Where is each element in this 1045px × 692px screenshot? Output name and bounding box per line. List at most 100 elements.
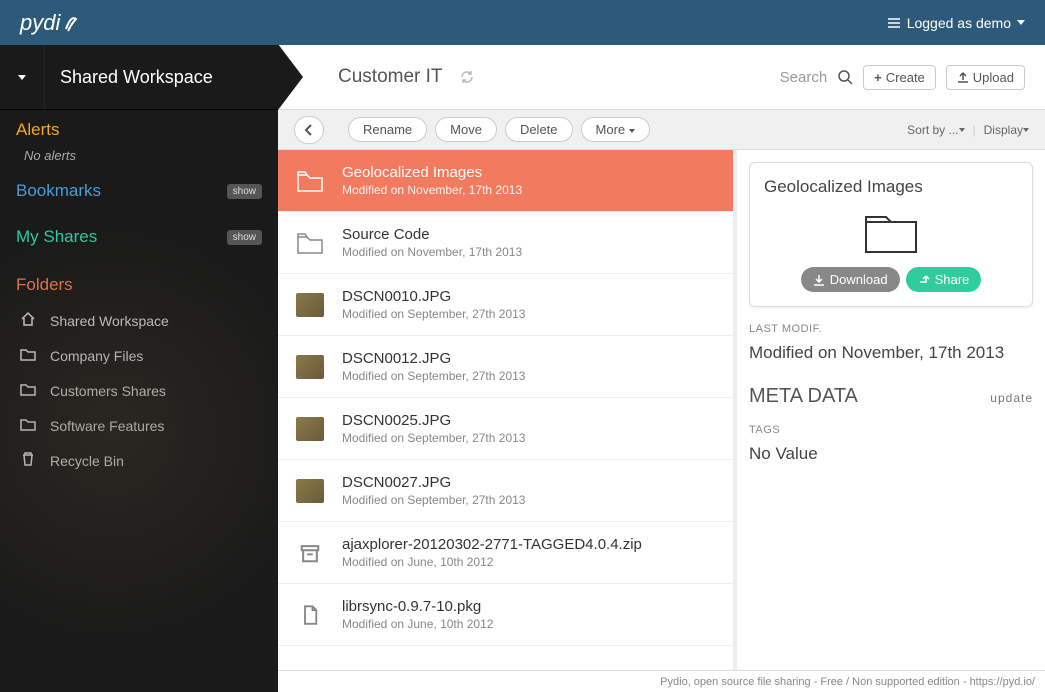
more-button[interactable]: More bbox=[581, 117, 650, 142]
file-name: DSCN0027.JPG bbox=[342, 474, 525, 491]
file-row[interactable]: > librsync-0.9.7-10.pkg Modified on June, … bbox=[278, 584, 733, 646]
file-meta: Modified on June, 10th 2012 bbox=[342, 555, 642, 569]
file-row[interactable]: > ajaxplorer-20120302-2771-TAGGED4.0.4.zi… bbox=[278, 522, 733, 584]
image-thumb bbox=[296, 417, 324, 441]
metadata-header: META DATA update bbox=[749, 385, 1033, 408]
file-name: DSCN0025.JPG bbox=[342, 412, 525, 429]
caret-down-icon bbox=[959, 128, 965, 132]
folder-icon bbox=[296, 169, 324, 193]
sidebar-folder-item[interactable]: Customers Shares bbox=[0, 373, 278, 408]
bookmarks-label: Bookmarks bbox=[16, 181, 101, 201]
search-icon[interactable] bbox=[837, 69, 853, 85]
folder-label: Recycle Bin bbox=[50, 453, 124, 469]
alerts-empty-text: No alerts bbox=[0, 144, 278, 171]
upload-button[interactable]: Upload bbox=[946, 65, 1025, 90]
back-button[interactable] bbox=[294, 116, 324, 144]
sidebar-folders-header: Folders bbox=[0, 265, 278, 299]
show-toggle[interactable]: show bbox=[227, 230, 262, 245]
sidebar: Shared Workspace Alerts No alerts Bookma… bbox=[0, 45, 278, 692]
file-meta: Modified on November, 17th 2013 bbox=[342, 183, 522, 197]
sidebar-alerts[interactable]: Alerts bbox=[0, 110, 278, 144]
sidebar-bookmarks[interactable]: Bookmarks show bbox=[0, 171, 278, 205]
logo-icon bbox=[62, 13, 80, 33]
refresh-icon[interactable] bbox=[459, 69, 475, 85]
chevron-left-icon bbox=[304, 124, 314, 136]
arrow-shape bbox=[278, 45, 303, 110]
workspace-dropdown[interactable] bbox=[0, 45, 45, 110]
move-button[interactable]: Move bbox=[435, 117, 497, 142]
file-name: Geolocalized Images bbox=[342, 164, 522, 181]
file-name: librsync-0.9.7-10.pkg bbox=[342, 598, 493, 615]
show-toggle[interactable]: show bbox=[227, 184, 262, 199]
file-icon: > bbox=[296, 603, 324, 627]
user-menu[interactable]: Logged as demo bbox=[887, 15, 1025, 31]
last-modif-label: LAST MODIF. bbox=[749, 323, 1033, 335]
file-row[interactable]: Geolocalized Images Modified on November,… bbox=[278, 150, 733, 212]
folders-label: Folders bbox=[16, 275, 73, 295]
folder-label: Shared Workspace bbox=[50, 313, 169, 329]
trash-icon bbox=[20, 451, 36, 470]
caret-down-icon bbox=[1017, 20, 1025, 25]
breadcrumb-current[interactable]: Customer IT bbox=[338, 66, 443, 88]
home-icon bbox=[20, 311, 36, 330]
caret-down-icon bbox=[18, 75, 26, 80]
file-name: ajaxplorer-20120302-2771-TAGGED4.0.4.zip bbox=[342, 536, 642, 553]
sidebar-folder-item[interactable]: Shared Workspace bbox=[0, 303, 278, 338]
download-icon bbox=[813, 274, 825, 286]
create-button[interactable]: +Create bbox=[863, 65, 936, 90]
user-label: Logged as demo bbox=[907, 15, 1011, 31]
folder-list: Shared Workspace Company Files Customers S… bbox=[0, 299, 278, 482]
file-name: Source Code bbox=[342, 226, 522, 243]
file-name: DSCN0010.JPG bbox=[342, 288, 525, 305]
sidebar-myshares[interactable]: My Shares show bbox=[0, 217, 278, 251]
toolbar: Rename Move Delete More Sort by ... | Di… bbox=[278, 110, 1045, 150]
search-label: Search bbox=[780, 69, 828, 86]
display-menu[interactable]: Display bbox=[984, 123, 1029, 137]
file-meta: Modified on September, 27th 2013 bbox=[342, 307, 525, 321]
logo[interactable]: pydi bbox=[20, 10, 80, 36]
sort-by-menu[interactable]: Sort by ... bbox=[907, 123, 964, 137]
file-row[interactable]: DSCN0025.JPGModified on September, 27th … bbox=[278, 398, 733, 460]
upload-icon bbox=[957, 71, 969, 83]
update-link[interactable]: update bbox=[990, 391, 1033, 405]
archive-icon: > bbox=[296, 541, 324, 565]
detail-title: Geolocalized Images bbox=[764, 177, 923, 197]
image-thumb bbox=[296, 293, 324, 317]
file-list: Geolocalized Images Modified on November,… bbox=[278, 150, 737, 670]
workspace-title: Shared Workspace bbox=[45, 67, 278, 88]
file-meta: Modified on June, 10th 2012 bbox=[342, 617, 493, 631]
share-button[interactable]: Share bbox=[906, 267, 982, 292]
delete-button[interactable]: Delete bbox=[505, 117, 573, 142]
image-thumb bbox=[296, 479, 324, 503]
file-row[interactable]: DSCN0012.JPGModified on September, 27th … bbox=[278, 336, 733, 398]
file-row[interactable]: DSCN0010.JPG Modified on September, 27th … bbox=[278, 274, 733, 336]
topbar: pydi Logged as demo bbox=[0, 0, 1045, 45]
file-meta: Modified on September, 27th 2013 bbox=[342, 493, 525, 507]
file-row[interactable]: DSCN0027.JPG Modified on September, 27th … bbox=[278, 460, 733, 522]
file-row[interactable]: Source CodeModified on November, 17th 20… bbox=[278, 212, 733, 274]
sidebar-folder-item[interactable]: Company Files bbox=[0, 338, 278, 373]
footer: Pydio, open source file sharing - Free /… bbox=[278, 670, 1045, 692]
folder-label: Customers Shares bbox=[50, 383, 166, 399]
folder-icon bbox=[20, 381, 36, 400]
main-panel: Customer IT Search +Create Upload Rename bbox=[278, 45, 1045, 692]
last-modif-value: Modified on November, 17th 2013 bbox=[749, 343, 1033, 363]
detail-panel: Geolocalized Images Download Share LAST bbox=[737, 150, 1045, 670]
file-meta: Modified on September, 27th 2013 bbox=[342, 369, 525, 383]
breadcrumb-bar: Customer IT Search +Create Upload bbox=[278, 45, 1045, 110]
caret-down-icon bbox=[1023, 128, 1029, 132]
menu-icon bbox=[887, 17, 901, 29]
tags-value: No Value bbox=[749, 444, 1033, 464]
rename-button[interactable]: Rename bbox=[348, 117, 427, 142]
download-button[interactable]: Download bbox=[801, 267, 900, 292]
image-thumb bbox=[296, 355, 324, 379]
detail-card: Geolocalized Images Download Share bbox=[749, 162, 1033, 307]
sidebar-folder-item[interactable]: Recycle Bin bbox=[0, 443, 278, 478]
tags-label: TAGS bbox=[749, 424, 1033, 436]
sidebar-folder-item[interactable]: Software Features bbox=[0, 408, 278, 443]
shares-label: My Shares bbox=[16, 227, 97, 247]
folder-icon bbox=[20, 346, 36, 365]
share-icon bbox=[918, 274, 930, 286]
metadata-title: META DATA bbox=[749, 385, 858, 408]
folder-icon bbox=[20, 416, 36, 435]
